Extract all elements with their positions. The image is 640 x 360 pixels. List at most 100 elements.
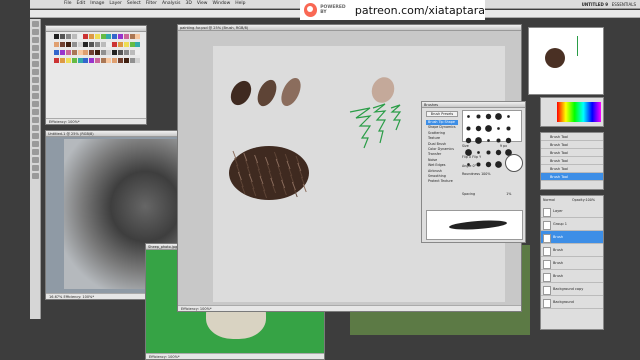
history-step[interactable]: Brush Tool [541, 173, 603, 181]
workspace-name[interactable]: UNTITLED 9 [582, 2, 608, 7]
angle-widget[interactable] [505, 154, 523, 172]
tool-icon[interactable] [32, 45, 39, 51]
size-row: Size 9 px [462, 144, 507, 148]
tool-icon[interactable] [32, 173, 39, 179]
menu-item-view[interactable]: View [197, 1, 208, 6]
tool-icon[interactable] [32, 37, 39, 43]
history-step[interactable]: Brush Tool [541, 141, 603, 149]
brush-tip[interactable] [494, 112, 502, 120]
brush-tip[interactable] [495, 137, 501, 143]
brush-tip[interactable] [465, 125, 471, 131]
sheep-doc-status: Efficiency: 100%* [146, 353, 324, 359]
menu-item-select[interactable]: Select [127, 1, 141, 6]
size-label: Size [462, 144, 469, 148]
tool-icon[interactable] [32, 117, 39, 123]
tool-icon[interactable] [32, 165, 39, 171]
roundness-value[interactable]: 100% [481, 172, 490, 176]
brush-tip[interactable] [485, 149, 491, 155]
brush-tip[interactable] [475, 161, 481, 167]
tool-icon[interactable] [32, 157, 39, 163]
layer-row[interactable]: Brush [541, 270, 603, 283]
brush-tip[interactable] [505, 125, 511, 131]
menu-item-help[interactable]: Help [235, 1, 245, 6]
layer-row[interactable]: Background copy [541, 283, 603, 296]
history-step[interactable]: Brush Tool [541, 133, 603, 141]
layer-row[interactable]: Brush [541, 244, 603, 257]
history-step[interactable]: Brush Tool [541, 165, 603, 173]
tool-icon[interactable] [32, 149, 39, 155]
brush-tip[interactable] [465, 137, 471, 143]
color-panel[interactable] [540, 97, 604, 127]
tool-icon[interactable] [32, 101, 39, 107]
brush-tip[interactable] [476, 150, 480, 154]
brush-tip[interactable] [494, 160, 502, 168]
menu-item-layer[interactable]: Layer [109, 1, 122, 6]
layer-row[interactable]: Brush [541, 257, 603, 270]
brush-tip[interactable] [495, 149, 501, 155]
brush-tip[interactable] [485, 113, 491, 119]
menu-item-file[interactable]: File [64, 1, 72, 6]
brush-tip-grid[interactable] [462, 110, 522, 168]
menu-item-analysis[interactable]: Analysis [162, 1, 181, 6]
brush-option[interactable]: Protect Texture [426, 179, 458, 184]
tool-icon[interactable] [32, 61, 39, 67]
spacing-value[interactable]: 1% [506, 192, 511, 196]
menu-item-edit[interactable]: Edit [77, 1, 86, 6]
menu-item-image[interactable]: Image [90, 1, 104, 6]
navigator-panel[interactable] [528, 27, 604, 95]
swatch-document[interactable]: Efficiency: 100%* [45, 25, 147, 125]
brush-tip[interactable] [506, 114, 510, 118]
brush-tip[interactable] [475, 113, 481, 119]
layer-row[interactable]: Brush [541, 231, 603, 244]
tool-icon[interactable] [32, 93, 39, 99]
brush-tip[interactable] [496, 126, 500, 130]
history-step[interactable]: Brush Tool [541, 157, 603, 165]
menu-item-3d[interactable]: 3D [185, 1, 191, 6]
size-value[interactable]: 9 px [500, 144, 507, 148]
tool-icon[interactable] [32, 125, 39, 131]
history-panel[interactable]: Brush Tool Brush Tool Brush Tool Brush Tool… [540, 132, 604, 190]
brush-tip[interactable] [485, 161, 491, 167]
menu-item-filter[interactable]: Filter [146, 1, 157, 6]
color-ramp[interactable] [557, 102, 601, 122]
brush-tip[interactable] [474, 136, 482, 144]
swatch-chip [123, 49, 129, 55]
tool-icon[interactable] [32, 85, 39, 91]
menu-items[interactable]: File Edit Image Layer Select Filter Analysis 3D… [64, 1, 246, 6]
swatch-chip [83, 49, 89, 55]
swatch-chip [106, 57, 112, 63]
opacity-value[interactable]: 100% [586, 198, 595, 202]
history-step[interactable]: Brush Tool [541, 149, 603, 157]
brush-tip[interactable] [466, 114, 470, 118]
flip-y[interactable]: Flip Y [472, 155, 481, 159]
angle-value[interactable]: 0° [472, 164, 476, 168]
blend-mode[interactable]: Normal [543, 198, 555, 202]
layer-row[interactable]: Group 1 [541, 218, 603, 231]
brush-presets-button[interactable]: Brush Presets [426, 111, 458, 117]
patreon-url[interactable]: patreon.com/xiataptara [355, 4, 485, 17]
canvas-status: Efficiency: 100%* [178, 305, 521, 311]
layer-row[interactable]: Layer [541, 205, 603, 218]
flip-x[interactable]: Flip X [462, 155, 471, 159]
tool-icon[interactable] [32, 141, 39, 147]
tool-icon[interactable] [32, 133, 39, 139]
layer-row[interactable]: Background [541, 296, 603, 309]
brush-tip[interactable] [486, 138, 490, 142]
brush-tip[interactable] [484, 124, 492, 132]
brush-tip[interactable] [505, 137, 511, 143]
brush-tip[interactable] [475, 125, 481, 131]
essentials-label[interactable]: ESSENTIALS [612, 2, 636, 7]
spacing-row: Spacing 1% [462, 192, 511, 196]
layers-panel[interactable]: Normal Opacity:100% Layer Group 1 Brush Bru… [540, 195, 604, 330]
patreon-banner[interactable]: POWERED BY patreon.com/xiataptara [300, 0, 485, 20]
swatch-chip [129, 49, 135, 55]
tool-icon[interactable] [32, 77, 39, 83]
swatch-chip [135, 42, 141, 48]
tool-icon[interactable] [32, 53, 39, 59]
tool-icon[interactable] [32, 21, 39, 27]
tool-icon[interactable] [32, 29, 39, 35]
tool-icon[interactable] [32, 109, 39, 115]
tool-icon[interactable] [32, 69, 39, 75]
menu-item-window[interactable]: Window [213, 1, 231, 6]
brush-panel[interactable]: Brushes Brush Presets Brush Tip Shape Sha… [421, 101, 526, 243]
